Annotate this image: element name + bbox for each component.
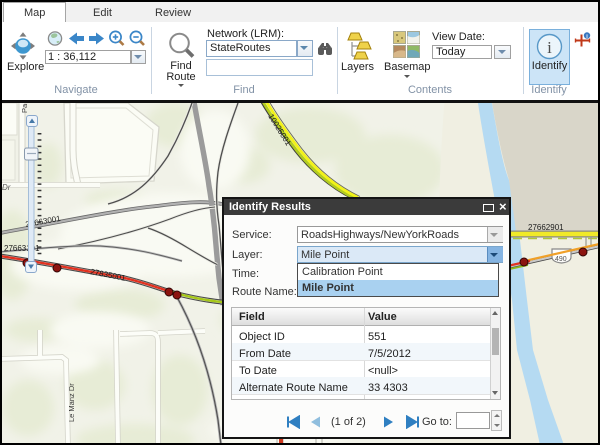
svg-text:490: 490 <box>555 256 567 263</box>
svg-text:Dr: Dr <box>2 183 11 192</box>
svg-text:Le Manz Dr: Le Manz Dr <box>67 383 76 422</box>
svg-text:i: i <box>547 38 552 57</box>
svg-text:27662901: 27662901 <box>528 223 564 232</box>
svg-text:Pa: Pa <box>20 103 29 113</box>
svg-text:27663101: 27663101 <box>4 244 40 253</box>
